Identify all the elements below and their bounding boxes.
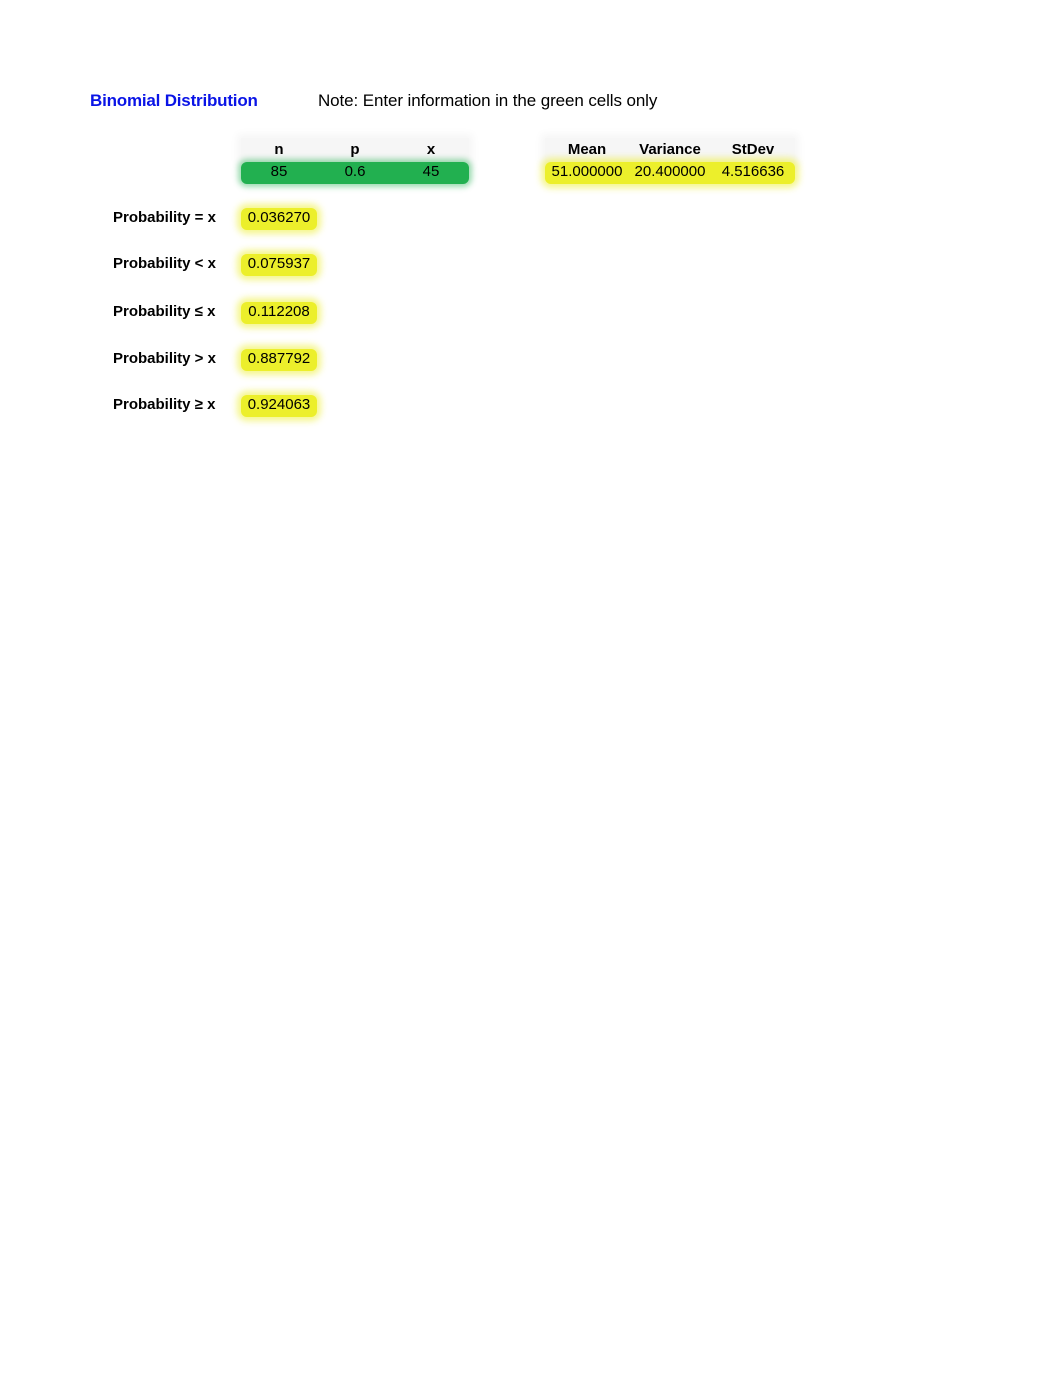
input-header-x: x	[426, 141, 436, 158]
stats-mean-value: 51.000000	[551, 163, 623, 180]
probability-value: 0.924063	[247, 396, 311, 413]
probability-value: 0.075937	[247, 255, 311, 272]
instruction-note: Note: Enter information in the green cel…	[318, 91, 658, 110]
stats-header-stdev: StDev	[731, 141, 775, 158]
probability-value: 0.036270	[247, 209, 311, 226]
probability-value: 0.112208	[248, 303, 310, 320]
input-x-cell[interactable]: 45	[393, 161, 469, 183]
stats-header-variance: Variance	[639, 141, 701, 158]
input-header-n: n	[274, 141, 284, 158]
input-n-cell[interactable]: 85	[241, 161, 317, 183]
stats-header-mean: Mean	[567, 141, 607, 158]
stats-variance-value: 20.400000	[634, 163, 706, 180]
stats-stdev-value: 4.516636	[721, 163, 785, 180]
probability-label: Probability < x	[113, 255, 216, 272]
probability-value: 0.887792	[247, 350, 311, 367]
input-p-cell[interactable]: 0.6	[317, 161, 393, 183]
input-header-p: p	[350, 141, 360, 158]
probability-label: Probability ≤ x	[113, 303, 216, 320]
probability-label: Probability = x	[113, 209, 216, 226]
probability-label: Probability > x	[113, 350, 216, 367]
probability-label: Probability ≥ x	[113, 396, 216, 413]
page-title: Binomial Distribution	[90, 91, 258, 110]
